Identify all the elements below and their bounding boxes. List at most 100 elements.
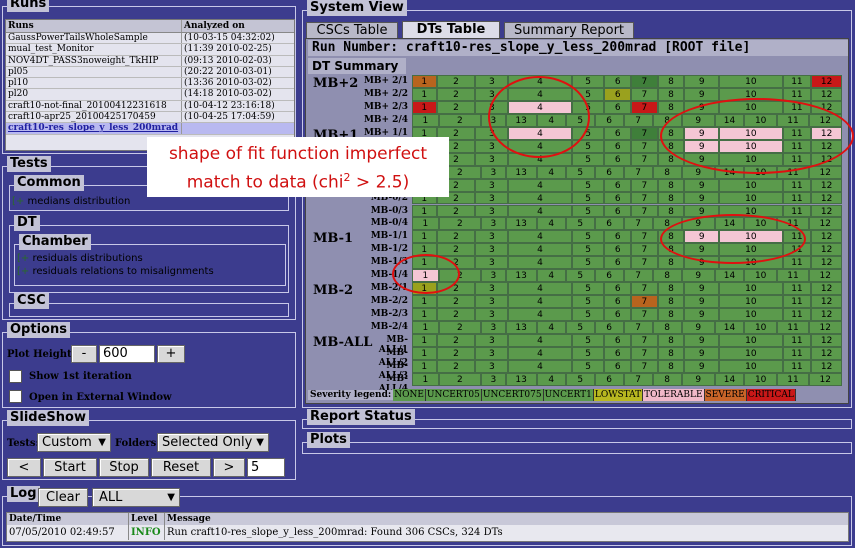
dt-chamber-cell[interactable]: 5 <box>565 165 595 179</box>
run-row[interactable]: mual_test_Monitor (11:39 2010-02-25) <box>6 44 294 56</box>
dt-chamber-cell[interactable]: 9 <box>681 321 715 334</box>
dt-chamber-cell[interactable]: 11 <box>782 75 812 88</box>
dt-chamber-cell[interactable]: 4 <box>508 204 572 218</box>
dt-chamber-cell[interactable]: 6 <box>604 243 632 257</box>
dt-chamber-cell[interactable]: 6 <box>604 359 632 373</box>
dt-chamber-cell[interactable]: 7 <box>631 139 658 153</box>
dt-chamber-cell[interactable]: 12 <box>811 191 842 205</box>
dt-chamber-cell[interactable]: 11 <box>782 334 812 347</box>
dt-chamber-cell[interactable]: 4 <box>508 334 572 347</box>
dt-chamber-cell[interactable]: 4 <box>508 243 572 257</box>
chamber-item[interactable]: [+ residuals distributions <box>17 253 143 264</box>
slideshow-interval-input[interactable]: 5 <box>247 458 285 477</box>
dt-chamber-cell[interactable]: 8 <box>657 75 685 88</box>
dt-chamber-cell[interactable]: 3 <box>475 152 509 166</box>
dt-chamber-cell[interactable]: 7 <box>631 152 658 166</box>
dt-chamber-cell[interactable]: 14 <box>715 321 744 334</box>
run-row[interactable]: NOV4DT_PASS3noweight_TkHIP (09:13 2010-02… <box>6 55 294 67</box>
run-row[interactable]: GaussPowerTailsWholeSample (10-03-15 04:3… <box>6 33 294 45</box>
run-row[interactable]: pl05 (20:22 2010-03-01) <box>6 66 294 79</box>
dt-chamber-cell[interactable]: 9 <box>684 334 720 347</box>
dt-chamber-cell[interactable]: 6 <box>594 321 624 334</box>
expand-icon[interactable]: [+ <box>17 266 29 277</box>
dt-chamber-cell[interactable]: 8 <box>657 204 685 218</box>
log-filter-select[interactable]: ALL ▼ <box>92 488 180 507</box>
run-row[interactable]: craft10-not-final_20100412231618 (10-04-1… <box>6 100 294 113</box>
plot-height-plus-button[interactable]: + <box>157 345 185 363</box>
dt-chamber-cell[interactable]: 12 <box>811 75 842 88</box>
dt-chamber-cell[interactable]: 14 <box>715 372 744 386</box>
dt-chamber-cell[interactable]: 9 <box>684 75 720 88</box>
dt-chamber-cell[interactable]: 12 <box>811 87 842 101</box>
dt-chamber-cell[interactable]: 5 <box>571 295 605 309</box>
dt-chamber-cell[interactable]: 7 <box>631 191 658 205</box>
dt-chamber-cell[interactable]: 9 <box>684 295 720 309</box>
chamber-item[interactable]: [+ residuals relations to misalignments <box>17 266 214 277</box>
dt-chamber-cell[interactable]: 6 <box>604 75 632 88</box>
dt-chamber-cell[interactable]: 6 <box>594 372 624 386</box>
dt-chamber-cell[interactable]: 9 <box>684 178 720 192</box>
dt-chamber-cell[interactable]: 5 <box>565 269 595 283</box>
dt-chamber-cell[interactable]: 7 <box>631 243 658 257</box>
dt-chamber-cell[interactable]: 1 <box>412 334 437 347</box>
show-first-iteration-checkbox[interactable] <box>9 370 22 383</box>
dt-chamber-cell[interactable]: 5 <box>571 282 605 296</box>
dt-chamber-cell[interactable]: 3 <box>475 295 509 309</box>
dt-chamber-cell[interactable]: 2 <box>436 243 476 257</box>
dt-chamber-cell[interactable]: 8 <box>652 321 682 334</box>
dt-chamber-cell[interactable]: 8 <box>657 308 685 322</box>
dt-chamber-cell[interactable]: 14 <box>715 269 744 283</box>
expand-icon[interactable]: [+ <box>12 196 24 207</box>
dt-chamber-cell[interactable]: 11 <box>782 178 812 192</box>
dt-chamber-cell[interactable]: 12 <box>811 282 842 296</box>
dt-chamber-cell[interactable]: 4 <box>508 191 572 205</box>
folders-select[interactable]: Selected Only ▼ <box>157 433 269 452</box>
dt-chamber-cell[interactable]: 4 <box>536 321 566 334</box>
dt-chamber-cell[interactable]: 8 <box>652 372 682 386</box>
dt-chamber-cell[interactable]: 6 <box>604 191 632 205</box>
dt-chamber-cell[interactable]: 7 <box>631 334 658 347</box>
dt-chamber-cell[interactable]: 4 <box>508 359 572 373</box>
dt-chamber-cell[interactable]: 7 <box>631 204 658 218</box>
dt-chamber-cell[interactable]: 2 <box>436 204 476 218</box>
dt-chamber-cell[interactable]: 13 <box>505 165 537 179</box>
dt-chamber-cell[interactable]: 11 <box>782 295 812 309</box>
tab-dts-table[interactable]: DTs Table <box>402 21 500 39</box>
dt-chamber-cell[interactable]: 3 <box>475 346 509 360</box>
dt-chamber-cell[interactable]: 12 <box>811 346 842 360</box>
dt-chamber-cell[interactable]: 12 <box>811 308 842 322</box>
dt-chamber-cell[interactable]: 3 <box>475 178 509 192</box>
dt-chamber-cell[interactable]: 6 <box>604 334 632 347</box>
dt-chamber-cell[interactable]: 4 <box>508 256 572 270</box>
dt-chamber-cell[interactable]: 9 <box>681 269 715 283</box>
dt-chamber-cell[interactable]: 9 <box>684 87 720 101</box>
dt-chamber-cell[interactable]: 8 <box>657 191 685 205</box>
run-row[interactable]: craft10-res_slope_y_less_200mrad <box>6 123 294 135</box>
dt-chamber-cell[interactable]: 10 <box>743 321 778 334</box>
dt-chamber-cell[interactable]: 5 <box>571 230 605 244</box>
dt-chamber-cell[interactable]: 7 <box>623 372 653 386</box>
dt-chamber-cell[interactable]: 6 <box>604 100 632 114</box>
slideshow-stop-button[interactable]: Stop <box>99 458 149 477</box>
dt-chamber-cell[interactable]: 6 <box>594 165 624 179</box>
dt-chamber-cell[interactable]: 7 <box>631 256 658 270</box>
dt-chamber-cell[interactable]: 7 <box>631 178 658 192</box>
dt-chamber-cell[interactable]: 8 <box>652 269 682 283</box>
dt-chamber-cell[interactable]: 3 <box>475 204 509 218</box>
dt-chamber-cell[interactable]: 3 <box>481 217 506 231</box>
run-row[interactable]: pl20 (14:18 2010-03-02) <box>6 89 294 101</box>
slideshow-reset-button[interactable]: Reset <box>151 458 211 477</box>
dt-chamber-cell[interactable]: 13 <box>505 321 537 334</box>
dt-chamber-cell[interactable]: 8 <box>657 359 685 373</box>
dt-chamber-cell[interactable]: 3 <box>475 308 509 322</box>
dt-chamber-cell[interactable]: 4 <box>508 230 572 244</box>
dt-chamber-cell[interactable]: 11 <box>782 204 812 218</box>
dt-chamber-cell[interactable]: 13 <box>505 217 537 231</box>
dt-chamber-cell[interactable]: 6 <box>604 152 632 166</box>
dt-chamber-cell[interactable]: 7 <box>623 113 653 127</box>
dt-chamber-cell[interactable]: 7 <box>631 346 658 360</box>
dt-chamber-cell[interactable]: 6 <box>604 282 632 296</box>
dt-chamber-cell[interactable]: 10 <box>719 178 783 192</box>
dt-chamber-cell[interactable]: 9 <box>684 191 720 205</box>
dt-chamber-cell[interactable]: 10 <box>719 75 783 88</box>
